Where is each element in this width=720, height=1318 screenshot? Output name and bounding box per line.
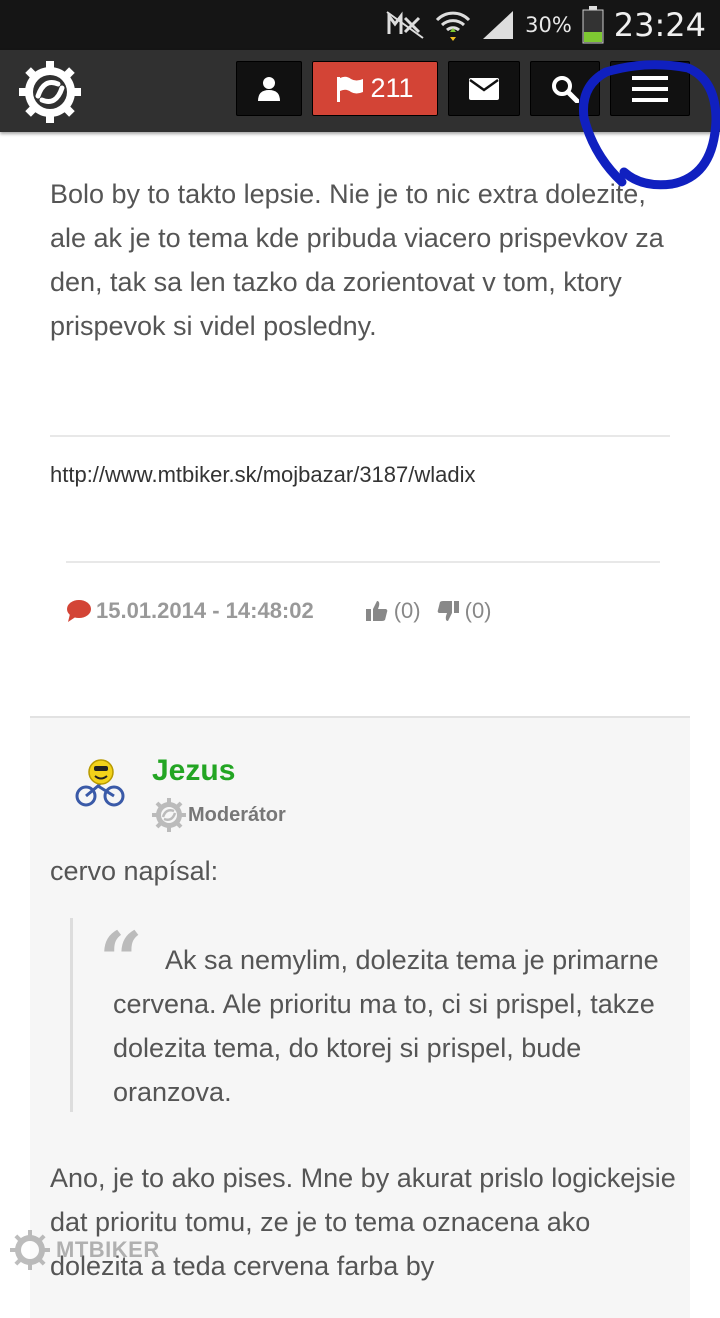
hamburger-icon xyxy=(632,75,668,102)
post-meta: 15.01.2014 - 14:48:02 (0) (0) xyxy=(66,594,492,628)
flag-icon xyxy=(337,76,364,102)
quote-text: Ak sa nemylim, dolezita tema je primarne… xyxy=(113,945,659,1107)
menu-button[interactable] xyxy=(610,61,690,116)
search-icon xyxy=(552,75,579,103)
author-name[interactable]: Jezus xyxy=(152,754,235,788)
search-button[interactable] xyxy=(530,61,600,116)
thumbs-up-icon xyxy=(365,601,388,621)
comment-icon xyxy=(67,600,91,622)
post-date: 15.01.2014 - 14:48:02 xyxy=(96,598,314,623)
status-bar: 30% 23:24 xyxy=(0,0,720,50)
like-button[interactable]: (0) xyxy=(365,598,421,624)
role-badge: Moderátor xyxy=(152,798,286,832)
quote-author: cervo napísal: xyxy=(50,856,219,886)
battery-icon xyxy=(582,6,604,44)
post-text: Bolo by to takto lepsie. Nie je to nic e… xyxy=(50,179,664,341)
watermark-text: MTBIKER xyxy=(56,1237,160,1262)
mute-icon xyxy=(386,11,424,39)
notifications-count: 211 xyxy=(370,73,414,103)
envelope-icon xyxy=(469,77,499,100)
wifi-icon xyxy=(436,11,471,41)
like-count: (0) xyxy=(393,598,421,623)
user-icon xyxy=(258,76,280,101)
dislike-count: (0) xyxy=(464,598,492,623)
role-label: Moderátor xyxy=(188,803,286,826)
gear-icon xyxy=(152,798,186,832)
blockquote: “ Ak sa nemylim, dolezita tema je primar… xyxy=(70,918,663,1112)
battery-percent: 30% xyxy=(525,13,572,37)
logo-gear-icon[interactable] xyxy=(18,60,82,124)
watermark-gear-icon xyxy=(10,1230,50,1270)
signal-icon xyxy=(483,11,514,39)
avatar[interactable] xyxy=(74,756,126,808)
watermark: MTBIKER xyxy=(10,1228,160,1272)
signature-link[interactable]: http://www.mtbiker.sk/mojbazar/3187/wlad… xyxy=(50,462,476,488)
divider xyxy=(50,435,670,437)
thumbs-down-icon xyxy=(437,601,459,621)
top-navbar: 211 xyxy=(0,50,720,132)
user-button[interactable] xyxy=(236,61,302,116)
notifications-button[interactable]: 211 xyxy=(312,61,438,116)
dislike-button[interactable]: (0) xyxy=(437,598,492,624)
divider xyxy=(66,561,660,563)
clock: 23:24 xyxy=(613,6,706,44)
messages-button[interactable] xyxy=(448,61,520,116)
